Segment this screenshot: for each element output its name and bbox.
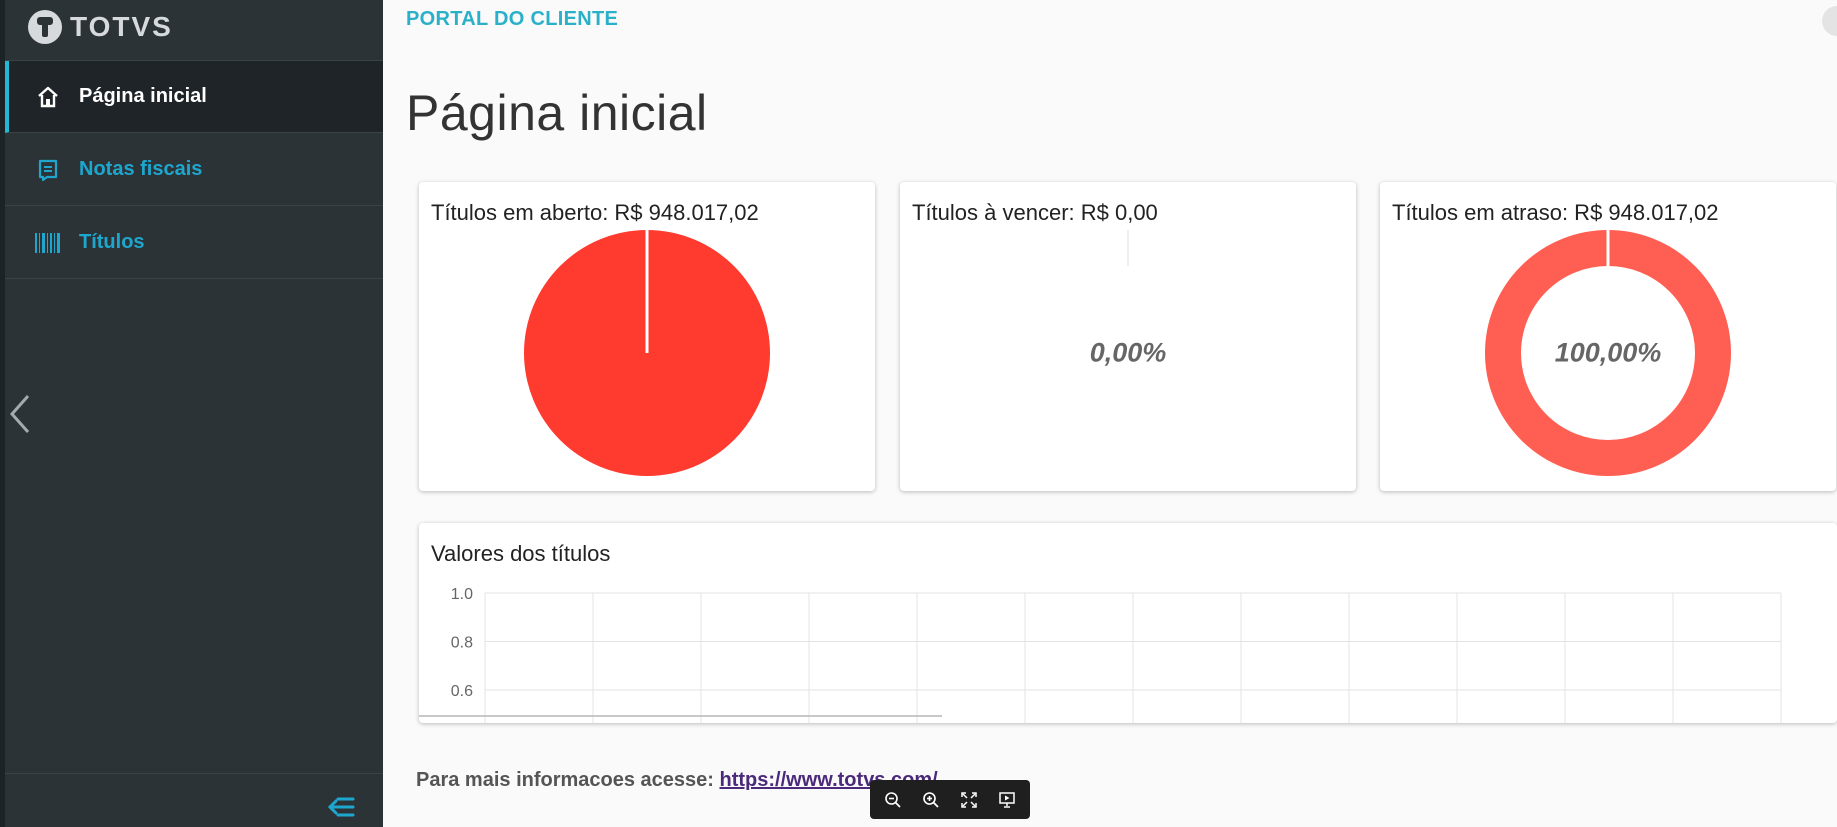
brand-name: TOTVS — [70, 11, 173, 42]
pie-chart — [524, 230, 770, 476]
footer-label: Para mais informacoes acesse: — [416, 769, 714, 791]
chevron-left-icon[interactable] — [6, 392, 32, 436]
bar-chart: 1.0 0.8 0.6 — [419, 586, 1782, 723]
fullscreen-icon[interactable] — [954, 785, 984, 815]
portal-title[interactable]: PORTAL DO CLIENTE — [406, 8, 618, 31]
divider — [5, 773, 383, 774]
y-tick-label: 0.8 — [451, 635, 473, 652]
sidebar-item-notas-fiscais[interactable]: Notas fiscais — [5, 134, 383, 206]
sidebar: TOTVS Página inicial Notas fiscais Títul… — [0, 0, 383, 827]
donut-chart — [1127, 230, 1129, 266]
barcode-icon — [33, 228, 63, 258]
percent-label: 100,00% — [1554, 337, 1662, 368]
brand-logo[interactable]: TOTVS — [28, 8, 173, 46]
sidebar-item-label: Notas fiscais — [79, 158, 203, 180]
collapse-menu-icon[interactable] — [326, 794, 356, 820]
sidebar-item-titulos[interactable]: Títulos — [5, 207, 383, 279]
presentation-icon[interactable] — [992, 785, 1022, 815]
card-titulos-em-atraso: Títulos em atraso: R$ 948.017,02 100,00% — [1380, 182, 1836, 491]
zoom-in-icon[interactable] — [916, 785, 946, 815]
donut-chart — [1485, 230, 1731, 476]
viewer-toolbar — [870, 780, 1030, 819]
card-titulos-a-vencer: Títulos à vencer: R$ 0,00 0,00% — [900, 182, 1356, 491]
sidebar-item-label: Página inicial — [79, 85, 207, 107]
sidebar-item-label: Títulos — [79, 231, 145, 253]
home-icon — [33, 82, 63, 112]
y-tick-label: 0.6 — [451, 683, 473, 700]
zoom-out-icon[interactable] — [878, 785, 908, 815]
card-valores-dos-titulos: Valores dos títulos 1.0 0.8 0.6 — [419, 523, 1837, 723]
user-avatar[interactable] — [1822, 6, 1837, 36]
footer-text: Para mais informacoes acesse: https://ww… — [416, 769, 938, 792]
page-title: Página inicial — [406, 85, 708, 141]
sidebar-item-pagina-inicial[interactable]: Página inicial — [5, 61, 383, 133]
card-titulos-em-aberto: Títulos em aberto: R$ 948.017,02 — [419, 182, 875, 491]
percent-label: 0,00% — [1089, 337, 1167, 368]
invoice-icon — [33, 155, 63, 185]
y-tick-label: 1.0 — [451, 586, 473, 603]
totvs-logo-icon — [28, 10, 62, 44]
